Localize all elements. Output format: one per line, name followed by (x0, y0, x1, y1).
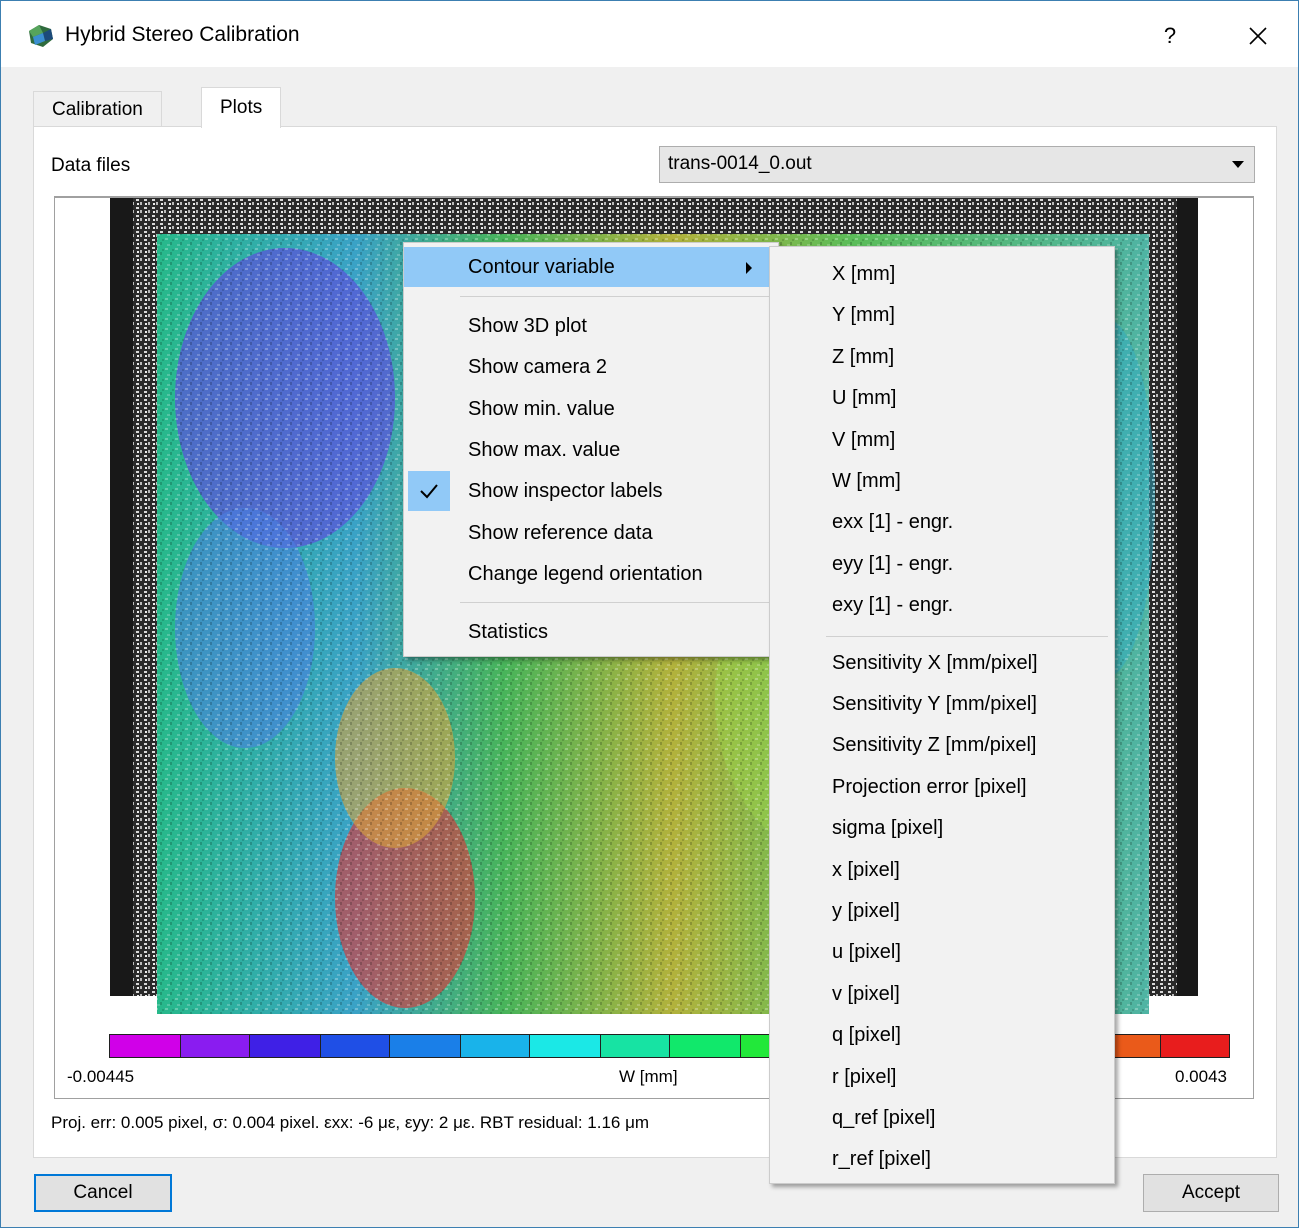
legend-swatch (1160, 1034, 1230, 1058)
close-icon[interactable] (1233, 15, 1281, 57)
submenu-item[interactable]: q [pixel] (770, 1015, 1114, 1055)
dialog-window: Hybrid Stereo Calibration ? Calibration … (0, 0, 1299, 1228)
menu-item-show-reference-data[interactable]: Show reference data (404, 513, 778, 553)
legend-swatch (389, 1034, 461, 1058)
submenu-item[interactable]: W [mm] (770, 461, 1114, 501)
help-button[interactable]: ? (1147, 15, 1193, 57)
submenu-item[interactable]: exx [1] - engr. (770, 502, 1114, 542)
contour-variable-submenu: X [mm] Y [mm] Z [mm] U [mm] V [mm] W [mm] exx … (769, 246, 1115, 1184)
legend-min-value: -0.00445 (67, 1067, 135, 1086)
tab-calibration-log[interactable]: Calibration log (33, 91, 162, 156)
submenu-item[interactable]: v [pixel] (770, 974, 1114, 1014)
menu-item-show-3d-plot[interactable]: Show 3D plot (404, 306, 778, 346)
submenu-item[interactable]: y [pixel] (770, 891, 1114, 931)
legend-swatch (529, 1034, 601, 1058)
legend-unit-label: W [mm] (619, 1067, 678, 1086)
tab-plots[interactable]: Plots (201, 87, 282, 128)
data-files-selected: trans-0014_0.out (668, 153, 812, 174)
menu-separator (460, 296, 772, 297)
menu-item-statistics[interactable]: Statistics (404, 612, 778, 652)
submenu-item[interactable]: Sensitivity Z [mm/pixel] (770, 725, 1114, 765)
context-menu: Contour variable Show 3D plot Show camer… (403, 242, 779, 657)
menu-item-show-min-value[interactable]: Show min. value (404, 389, 778, 429)
legend-swatch (249, 1034, 321, 1058)
status-text: Proj. err: 0.005 pixel, σ: 0.004 pixel. … (51, 1113, 650, 1132)
chevron-down-icon (1232, 161, 1244, 168)
submenu-item[interactable]: Projection error [pixel] (770, 767, 1114, 807)
legend-swatch (180, 1034, 250, 1058)
legend-swatch (109, 1034, 181, 1058)
chevron-right-icon (746, 262, 752, 274)
submenu-item[interactable]: Sensitivity Y [mm/pixel] (770, 684, 1114, 724)
legend-swatch (460, 1034, 530, 1058)
submenu-item[interactable]: V [mm] (770, 420, 1114, 460)
submenu-item[interactable]: r_ref [pixel] (770, 1139, 1114, 1179)
legend-max-value: 0.0043 (1175, 1067, 1227, 1086)
submenu-item[interactable]: X [mm] (770, 254, 1114, 294)
menu-item-show-camera-2[interactable]: Show camera 2 (404, 347, 778, 387)
submenu-item[interactable]: eyy [1] - engr. (770, 544, 1114, 584)
submenu-item[interactable]: q_ref [pixel] (770, 1098, 1114, 1138)
data-files-label: Data files (51, 155, 131, 176)
app-icon (29, 25, 53, 47)
submenu-item[interactable]: U [mm] (770, 378, 1114, 418)
title-bar: Hybrid Stereo Calibration ? (1, 1, 1298, 67)
submenu-item[interactable]: exy [1] - engr. (770, 585, 1114, 625)
menu-separator (826, 635, 1108, 637)
accept-button[interactable]: Accept (1143, 1174, 1279, 1212)
data-files-dropdown[interactable]: trans-0014_0.out (659, 146, 1255, 183)
menu-item-change-legend-orientation[interactable]: Change legend orientation (404, 554, 778, 594)
menu-item-contour-variable[interactable]: Contour variable (404, 247, 778, 287)
window-title: Hybrid Stereo Calibration (65, 23, 300, 46)
cancel-button[interactable]: Cancel (34, 1174, 172, 1212)
menu-item-show-inspector-labels[interactable]: Show inspector labels (404, 471, 778, 511)
menu-item-show-max-value[interactable]: Show max. value (404, 430, 778, 470)
menu-separator (460, 602, 772, 603)
submenu-item[interactable]: r [pixel] (770, 1057, 1114, 1097)
legend-swatch (600, 1034, 670, 1058)
legend-swatch (320, 1034, 390, 1058)
submenu-item[interactable]: Y [mm] (770, 295, 1114, 335)
legend-swatch (669, 1034, 741, 1058)
submenu-item[interactable]: Sensitivity X [mm/pixel] (770, 643, 1114, 683)
submenu-item[interactable]: sigma [pixel] (770, 808, 1114, 848)
submenu-item[interactable]: x [pixel] (770, 850, 1114, 890)
submenu-item[interactable]: Z [mm] (770, 337, 1114, 377)
submenu-item[interactable]: u [pixel] (770, 932, 1114, 972)
